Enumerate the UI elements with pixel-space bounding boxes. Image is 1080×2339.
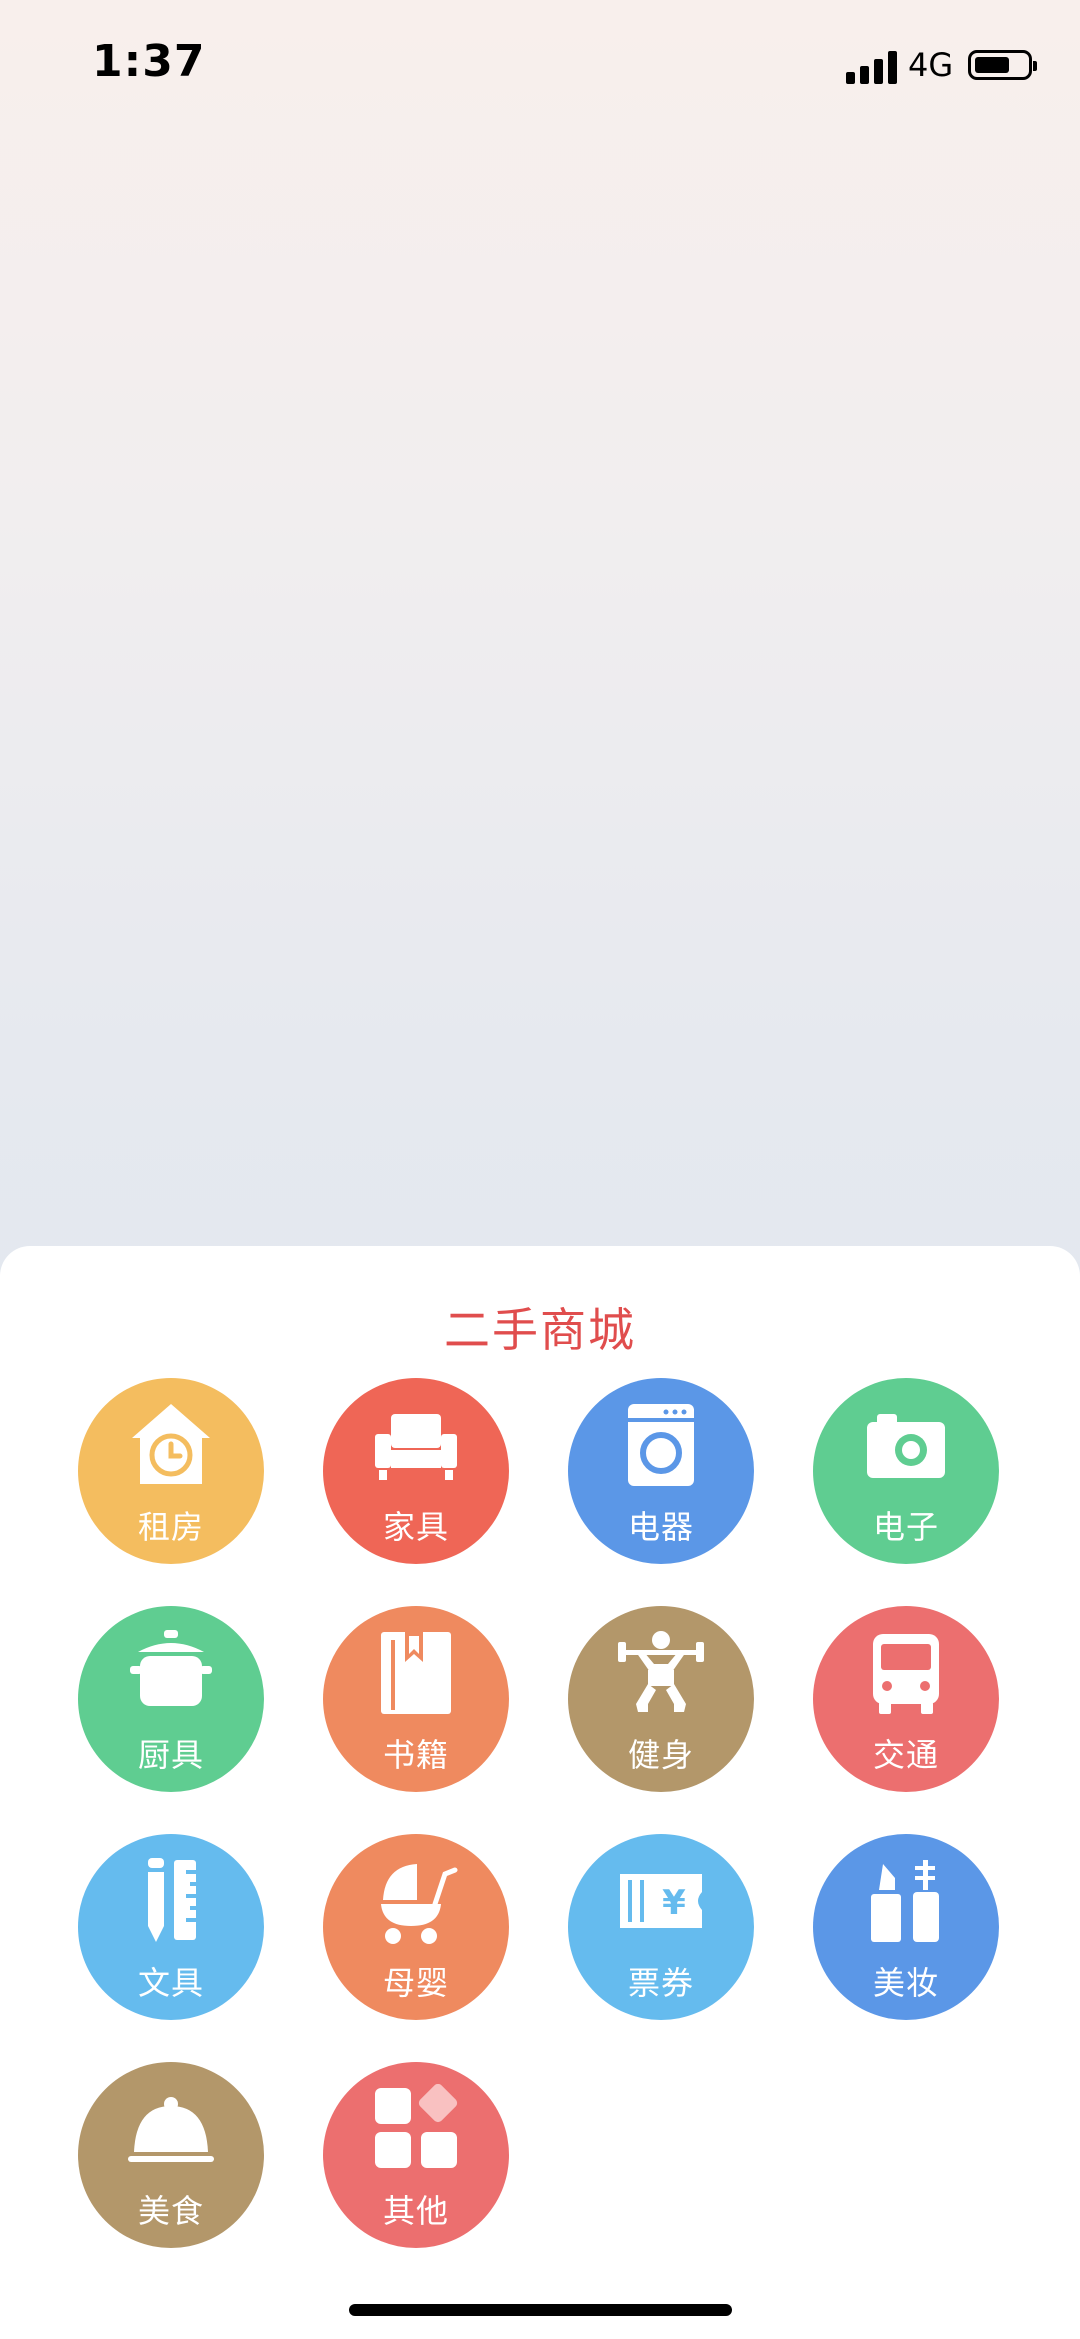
category-food[interactable]: 美食 <box>78 2062 264 2248</box>
category-label: 电子 <box>872 1508 939 1546</box>
category-label: 母婴 <box>382 1964 449 2002</box>
category-stationery[interactable]: 文具 <box>78 1834 264 2020</box>
sheet-title: 二手商城 <box>444 1303 636 1357</box>
category-label: 票券 <box>627 1964 694 2002</box>
battery-icon <box>968 50 1037 80</box>
category-label: 交通 <box>872 1736 939 1774</box>
category-kitchenware[interactable]: 厨具 <box>78 1606 264 1792</box>
category-other[interactable]: 其他 <box>323 2062 509 2248</box>
weightlifting-icon <box>618 1631 704 1712</box>
category-books[interactable]: 书籍 <box>323 1606 509 1792</box>
category-label: 其他 <box>382 2192 449 2230</box>
category-transport[interactable]: 交通 <box>813 1606 999 1792</box>
cosmetics-icon <box>871 1860 939 1942</box>
cellular-signal-icon <box>846 50 898 84</box>
category-label: 租房 <box>137 1508 204 1546</box>
category-label: 美妆 <box>872 1964 939 2002</box>
category-fitness[interactable]: 健身 <box>568 1606 754 1792</box>
status-time: 1:37 <box>92 36 206 87</box>
camera-icon <box>867 1414 945 1478</box>
category-mother-baby[interactable]: 母婴 <box>323 1834 509 2020</box>
svg-text:¥: ¥ <box>662 1883 686 1923</box>
washing-machine-icon <box>628 1404 694 1486</box>
category-label: 文具 <box>137 1964 204 2002</box>
category-furniture[interactable]: 家具 <box>323 1378 509 1564</box>
category-label: 美食 <box>137 2192 204 2230</box>
house-clock-icon <box>132 1404 210 1484</box>
category-cosmetics[interactable]: 美妆 <box>813 1834 999 2020</box>
category-electronics[interactable]: 电子 <box>813 1378 999 1564</box>
category-label: 电器 <box>627 1508 694 1546</box>
network-type: 4G <box>908 46 954 84</box>
baby-stroller-icon <box>381 1864 458 1944</box>
sofa-icon <box>375 1414 457 1480</box>
category-appliances[interactable]: 电器 <box>568 1378 754 1564</box>
pencil-ruler-icon <box>148 1858 196 1942</box>
cooking-pot-icon <box>130 1630 212 1706</box>
book-icon <box>381 1632 451 1714</box>
category-tickets[interactable]: ¥ 票券 <box>568 1834 754 2020</box>
status-bar: 1:37 4G <box>0 0 1080 130</box>
food-cloche-icon <box>128 2097 214 2162</box>
bus-icon <box>873 1634 939 1714</box>
category-label: 健身 <box>627 1736 694 1774</box>
home-indicator[interactable] <box>349 2304 732 2316</box>
category-sheet: 二手商城 租房 家具 电器 电子 厨具 书籍 健身 交通 文具 母婴 ¥ 票券 … <box>0 1246 1080 2339</box>
category-rent[interactable]: 租房 <box>78 1378 264 1564</box>
ticket-icon: ¥ <box>620 1874 702 1928</box>
category-label: 书籍 <box>382 1736 449 1774</box>
grid-apps-icon <box>375 2084 458 2168</box>
category-label: 厨具 <box>137 1736 204 1774</box>
category-label: 家具 <box>382 1508 449 1546</box>
